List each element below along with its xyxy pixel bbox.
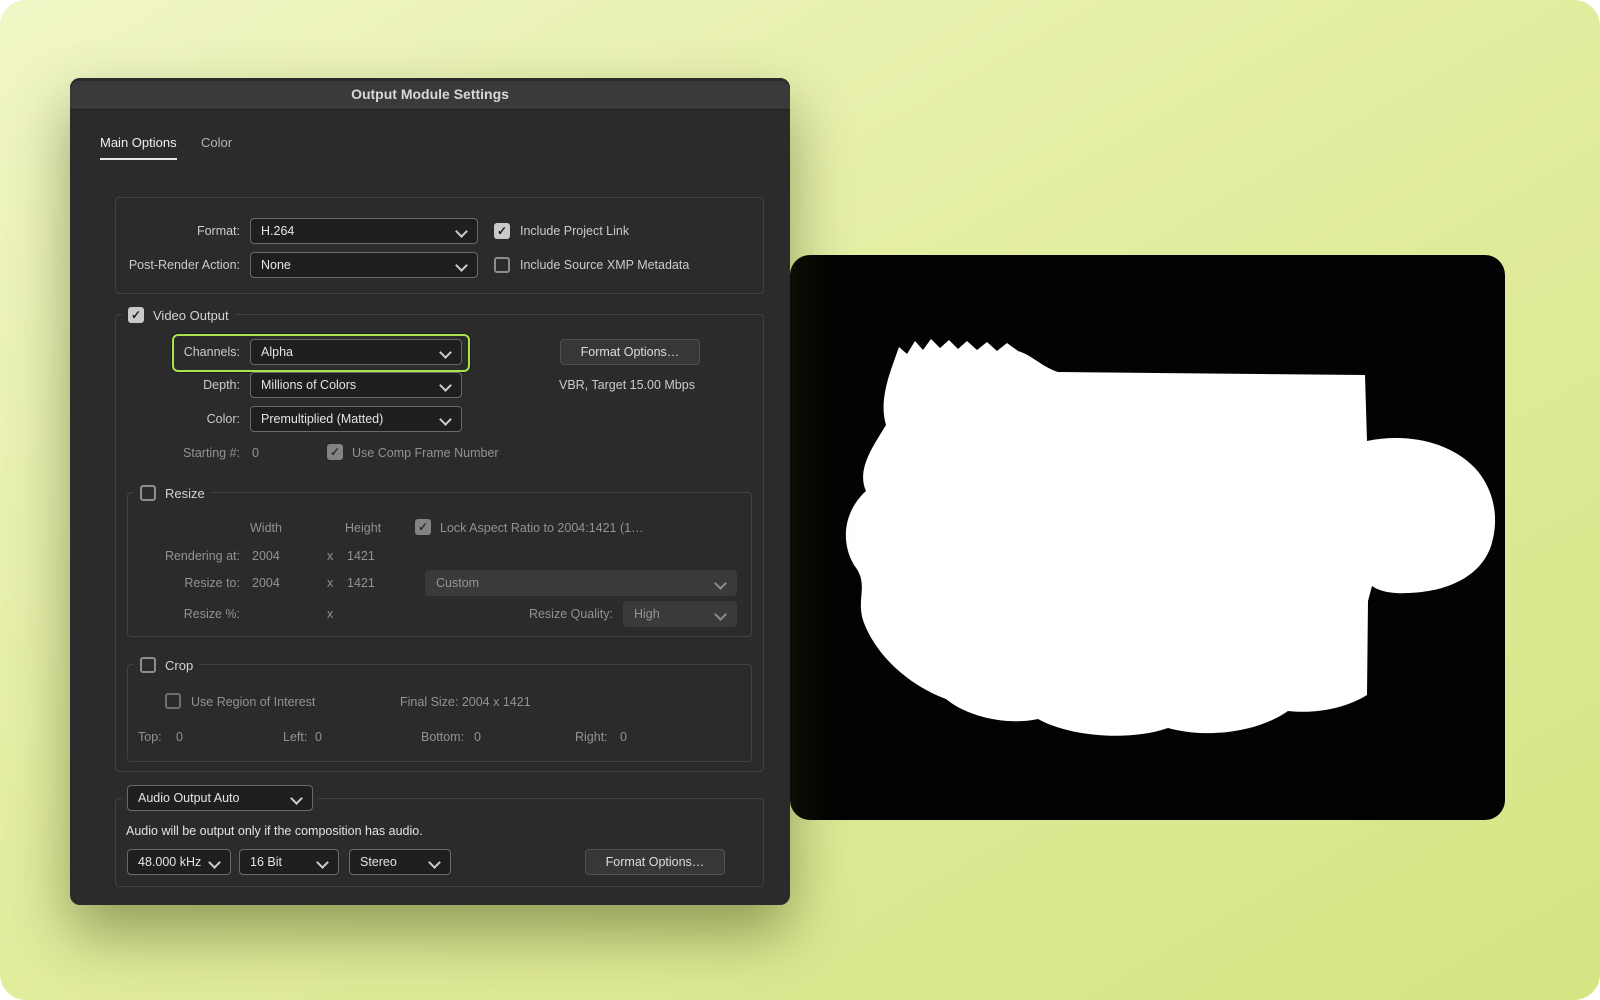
chevron-down-icon — [439, 413, 452, 426]
include-xmp-checkbox[interactable] — [494, 257, 510, 273]
chevron-down-icon — [290, 792, 303, 805]
depth-label: Depth: — [203, 378, 240, 392]
sample-rate-value: 48.000 kHz — [138, 855, 202, 869]
chevron-down-icon — [714, 577, 727, 590]
resize-quality-value: High — [634, 607, 660, 621]
video-output-legend: Video Output — [153, 307, 229, 323]
include-project-link-checkbox[interactable]: ✓ — [494, 223, 510, 239]
sample-rate-select[interactable]: 48.000 kHz — [127, 849, 231, 875]
rendering-at-label: Rendering at: — [164, 549, 240, 563]
x-separator: x — [327, 607, 334, 621]
check-icon: ✓ — [496, 224, 508, 238]
resize-to-width-field[interactable]: 2004 — [252, 576, 280, 590]
check-icon: ✓ — [329, 445, 341, 459]
post-render-select[interactable]: None — [250, 252, 478, 278]
crop-top-value[interactable]: 0 — [176, 730, 183, 744]
resize-to-height-field[interactable]: 1421 — [347, 576, 375, 590]
audio-note: Audio will be output only if the composi… — [126, 824, 423, 838]
post-render-label: Post-Render Action: — [128, 258, 240, 272]
format-select-value: H.264 — [261, 224, 295, 238]
width-header: Width — [250, 521, 282, 535]
crop-left-value[interactable]: 0 — [315, 730, 322, 744]
resize-to-label: Resize to: — [184, 576, 240, 590]
resize-checkbox[interactable] — [140, 485, 156, 501]
use-comp-frame-checkbox[interactable]: ✓ — [327, 444, 343, 460]
bit-depth-value: 16 Bit — [250, 855, 282, 869]
chevron-down-icon — [316, 856, 329, 869]
video-output-checkbox[interactable]: ✓ — [128, 307, 144, 323]
chevron-down-icon — [439, 379, 452, 392]
resize-toggle[interactable]: Resize — [134, 484, 211, 502]
video-output-toggle[interactable]: ✓ Video Output — [122, 306, 235, 324]
color-select[interactable]: Premultiplied (Matted) — [250, 406, 462, 432]
depth-select[interactable]: Millions of Colors — [250, 372, 462, 398]
use-roi-label: Use Region of Interest — [191, 695, 316, 709]
video-format-options-button[interactable]: Format Options… — [560, 339, 700, 365]
resize-preset-value: Custom — [436, 576, 480, 590]
crop-bottom-value[interactable]: 0 — [474, 730, 481, 744]
depth-select-value: Millions of Colors — [261, 378, 357, 392]
dialog-title: Output Module Settings — [351, 85, 509, 102]
x-separator: x — [327, 576, 334, 590]
chevron-down-icon — [439, 346, 452, 359]
bit-depth-select[interactable]: 16 Bit — [239, 849, 339, 875]
crop-groupbox — [127, 664, 752, 762]
lock-aspect-checkbox[interactable]: ✓ — [415, 519, 431, 535]
chevron-down-icon — [714, 608, 727, 621]
post-render-select-value: None — [261, 258, 291, 272]
x-separator: x — [327, 549, 334, 563]
resize-quality-select[interactable]: High — [623, 601, 737, 627]
chevron-down-icon — [428, 856, 441, 869]
crop-left-label: Left: — [283, 730, 308, 744]
channels-select[interactable]: Alpha — [250, 339, 462, 365]
audio-channels-value: Stereo — [360, 855, 397, 869]
resize-preset-select[interactable]: Custom — [425, 570, 737, 596]
color-label: Color: — [206, 412, 240, 426]
dialog-titlebar[interactable]: Output Module Settings — [70, 78, 790, 110]
use-comp-frame-label: Use Comp Frame Number — [352, 446, 499, 460]
format-label: Format: — [196, 224, 240, 238]
resize-legend: Resize — [165, 485, 205, 501]
chevron-down-icon — [455, 259, 468, 272]
crop-top-label: Top: — [138, 730, 162, 744]
chevron-down-icon — [455, 225, 468, 238]
bitrate-info: VBR, Target 15.00 Mbps — [559, 378, 695, 392]
starting-number-value: 0 — [252, 446, 259, 460]
crop-checkbox[interactable] — [140, 657, 156, 673]
channels-label: Channels: — [183, 345, 240, 359]
include-project-link-label: Include Project Link — [520, 224, 630, 238]
output-module-settings-dialog: Output Module Settings Main Options Colo… — [70, 78, 790, 905]
resize-percent-label: Resize %: — [183, 607, 240, 621]
audio-output-mode-value: Audio Output Auto — [138, 791, 240, 805]
starting-number-label: Starting #: — [183, 446, 240, 460]
include-xmp-label: Include Source XMP Metadata — [520, 258, 690, 272]
final-size-text: Final Size: 2004 x 1421 — [400, 695, 531, 709]
format-groupbox — [115, 197, 764, 294]
alpha-preview-panel — [790, 255, 1505, 820]
tab-main-options[interactable]: Main Options — [100, 135, 177, 160]
check-icon: ✓ — [130, 308, 142, 322]
lock-aspect-label: Lock Aspect Ratio to 2004:1421 (1… — [440, 521, 644, 535]
channels-select-value: Alpha — [261, 345, 293, 359]
resize-quality-label: Resize Quality: — [528, 607, 613, 621]
crop-right-label: Right: — [575, 730, 608, 744]
audio-output-mode-select[interactable]: Audio Output Auto — [127, 785, 313, 811]
chevron-down-icon — [208, 856, 221, 869]
height-header: Height — [345, 521, 382, 535]
tab-color[interactable]: Color — [201, 135, 232, 158]
format-select[interactable]: H.264 — [250, 218, 478, 244]
check-icon: ✓ — [417, 520, 429, 534]
desktop-background: Output Module Settings Main Options Colo… — [0, 0, 1600, 1000]
use-roi-checkbox[interactable] — [165, 693, 181, 709]
color-select-value: Premultiplied (Matted) — [261, 412, 384, 426]
rendering-height-value: 1421 — [347, 549, 375, 563]
crop-legend: Crop — [165, 657, 194, 673]
audio-format-options-button[interactable]: Format Options… — [585, 849, 725, 875]
crop-toggle[interactable]: Crop — [134, 656, 200, 674]
crop-bottom-label: Bottom: — [421, 730, 465, 744]
audio-channels-select[interactable]: Stereo — [349, 849, 451, 875]
rendering-width-value: 2004 — [252, 549, 280, 563]
crop-right-value[interactable]: 0 — [620, 730, 627, 744]
alpha-matte-shape — [845, 339, 1496, 736]
